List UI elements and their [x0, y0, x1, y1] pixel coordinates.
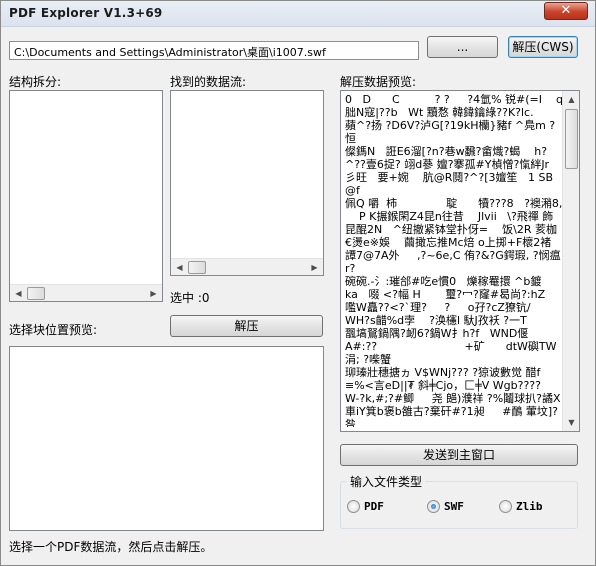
decompress-button[interactable]: 解压: [170, 315, 323, 337]
block-preview-box[interactable]: [9, 346, 324, 531]
block-preview-label: 选择块位置预览:: [9, 323, 98, 337]
streams-list[interactable]: ◀ ▶: [170, 90, 324, 276]
selected-count: 选中 :0: [170, 291, 210, 305]
preview-label: 解压数据预览:: [340, 75, 417, 89]
streams-label: 找到的数据流:: [170, 75, 247, 89]
structure-label: 结构拆分:: [9, 75, 62, 89]
radio-pdf-label[interactable]: PDF: [364, 500, 384, 513]
file-type-group: 输入文件类型 PDF SWF Zlib: [340, 473, 578, 529]
app-window: PDF Explorer V1.3+69 ✕ C:\Documents and …: [0, 0, 596, 566]
scroll-left-icon[interactable]: ◀: [10, 285, 27, 302]
close-icon: ✕: [560, 3, 572, 18]
structure-tree[interactable]: ◀ ▶: [9, 90, 163, 302]
close-button[interactable]: ✕: [544, 2, 588, 20]
radio-swf-label[interactable]: SWF: [444, 500, 464, 513]
scroll-thumb[interactable]: [27, 287, 45, 300]
window-title: PDF Explorer V1.3+69: [9, 6, 163, 20]
scroll-up-icon[interactable]: ▲: [563, 91, 580, 108]
browse-button[interactable]: ...: [427, 36, 498, 58]
streams-hscrollbar[interactable]: ◀ ▶: [171, 258, 323, 275]
preview-text[interactable]: 0 D C ? ? ?4氫% 锐#(=I q 朏N寇|??b Wt 黷愗 韓鍏鑰…: [345, 93, 563, 427]
scroll-thumb[interactable]: [188, 261, 206, 274]
title-bar[interactable]: PDF Explorer V1.3+69 ✕: [1, 1, 595, 27]
decompressed-preview[interactable]: 0 D C ? ? ?4氫% 锐#(=I q 朏N寇|??b Wt 黷愗 韓鍏鑰…: [340, 90, 580, 432]
scroll-right-icon[interactable]: ▶: [145, 285, 162, 302]
decompress-cws-button[interactable]: 解压(CWS): [508, 36, 578, 58]
send-to-main-button[interactable]: 发送到主窗口: [340, 444, 578, 466]
radio-swf[interactable]: [427, 500, 440, 513]
scroll-down-icon[interactable]: ▼: [563, 414, 580, 431]
file-type-group-title: 输入文件类型: [347, 473, 426, 490]
radio-zlib-label[interactable]: Zlib: [516, 500, 543, 513]
radio-zlib[interactable]: [499, 500, 512, 513]
file-path-field[interactable]: C:\Documents and Settings\Administrator\…: [9, 41, 419, 60]
preview-vscrollbar[interactable]: ▲ ▼: [562, 91, 579, 431]
status-text: 选择一个PDF数据流，然后点击解压。: [9, 540, 213, 554]
scroll-left-icon[interactable]: ◀: [171, 259, 188, 276]
scroll-thumb[interactable]: [565, 109, 578, 169]
structure-hscrollbar[interactable]: ◀ ▶: [10, 284, 162, 301]
radio-pdf[interactable]: [347, 500, 360, 513]
scroll-right-icon[interactable]: ▶: [306, 259, 323, 276]
